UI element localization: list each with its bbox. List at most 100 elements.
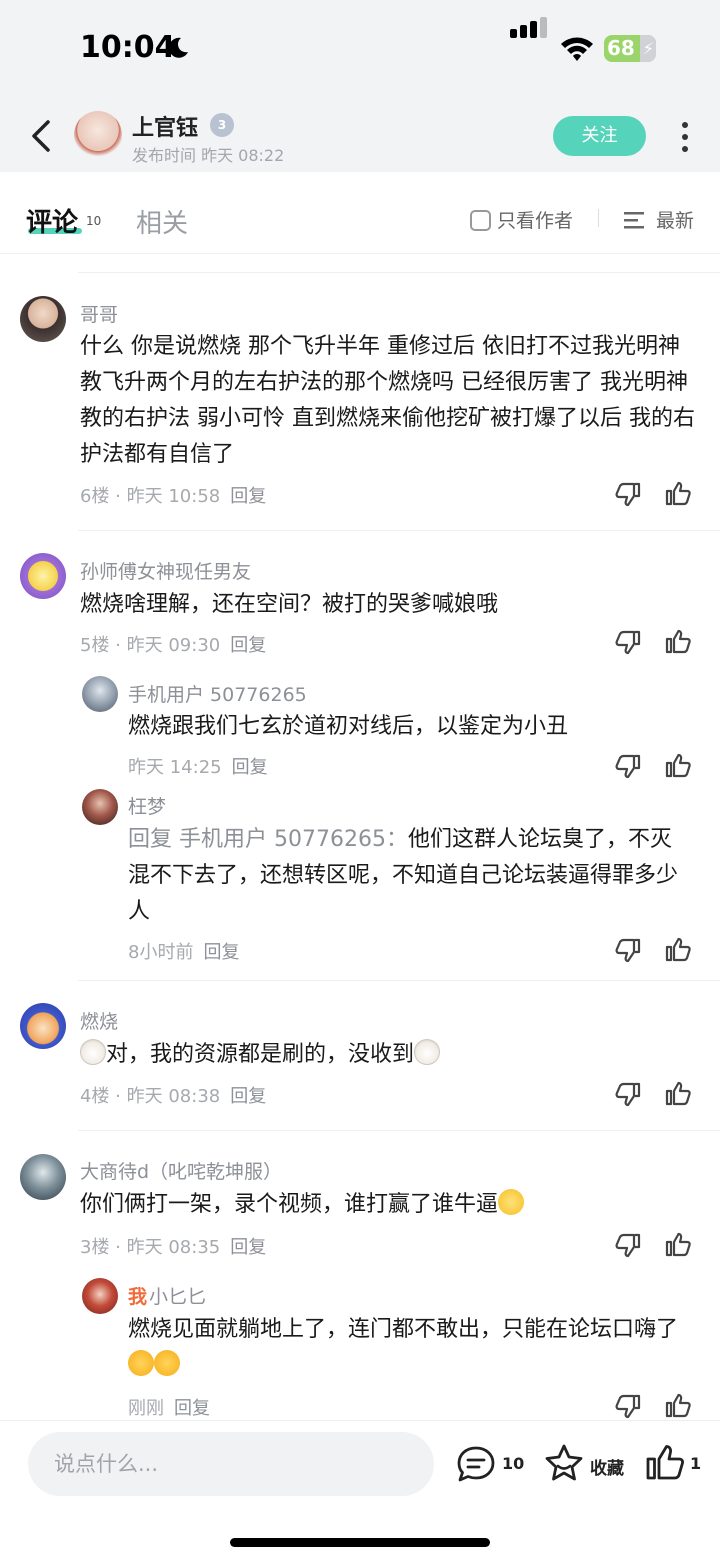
dislike-icon[interactable] — [614, 628, 642, 656]
reply-time: 8小时前 — [128, 942, 194, 963]
dislike-icon[interactable] — [614, 936, 642, 964]
status-time: 10:04 — [80, 30, 176, 65]
tab-comments[interactable]: 评论 — [26, 202, 78, 239]
dislike-icon[interactable] — [614, 1231, 642, 1259]
comment-meta: 3楼 · 昨天 08:35 回复 — [80, 1237, 267, 1258]
dislike-icon[interactable] — [614, 480, 642, 508]
comment-username[interactable]: 燃烧 — [80, 1007, 118, 1034]
reply-button[interactable]: 回复 — [230, 635, 266, 656]
laugh-emoji-icon — [128, 1350, 154, 1376]
avatar[interactable] — [20, 553, 66, 599]
avatar[interactable] — [82, 789, 118, 825]
comment-time: 昨天 09:30 — [126, 635, 221, 656]
comment-text: 对，我的资源都是刷的，没收到 — [80, 1037, 700, 1073]
like-icon[interactable] — [664, 628, 692, 656]
more-options-icon[interactable] — [680, 122, 690, 152]
reply-username[interactable]: 枉梦 — [128, 792, 166, 819]
sort-icon — [624, 212, 644, 229]
reply-meta: 8小时前 回复 — [128, 938, 239, 964]
comment-meta: 4楼 · 昨天 08:38 回复 — [80, 1086, 267, 1107]
like-icon[interactable] — [664, 1080, 692, 1108]
comment-username[interactable]: 哥哥 — [80, 300, 118, 327]
avatar[interactable] — [82, 1278, 118, 1314]
sort-label: 最新 — [656, 210, 695, 232]
author-avatar[interactable] — [74, 111, 122, 159]
reply-button[interactable]: 回复 — [230, 1086, 266, 1107]
home-indicator[interactable] — [230, 1538, 490, 1547]
like-icon[interactable] — [664, 1231, 692, 1259]
post-header: 上官钰 3 发布时间 昨天 08:22 关注 — [0, 100, 720, 172]
wifi-icon — [561, 37, 593, 61]
avatar[interactable] — [20, 1003, 66, 1049]
avatar[interactable] — [82, 676, 118, 712]
avatar[interactable] — [20, 1154, 66, 1200]
comment-text: 什么 你是说燃烧 那个飞升半年 重修过后 依旧打不过我光明神教飞升两个月的左右护… — [80, 334, 695, 467]
author-only-label: 只看作者 — [497, 210, 574, 232]
comment-icon[interactable] — [456, 1445, 496, 1483]
reply-meta: 昨天 14:25 回复 — [128, 753, 268, 779]
favorite-label[interactable]: 收藏 — [590, 1454, 624, 1479]
comment-floor: 5楼 — [80, 635, 110, 656]
cat-emoji-icon — [80, 1039, 106, 1065]
dislike-icon[interactable] — [614, 752, 642, 780]
back-icon[interactable] — [26, 116, 56, 156]
thumbs-up-icon[interactable] — [645, 1443, 685, 1483]
smug-emoji-icon — [498, 1189, 525, 1215]
comment-floor: 4楼 — [80, 1086, 110, 1107]
reply-body: 燃烧见面就躺地上了，连门都不敢出，只能在论坛口嗨了 — [128, 1317, 679, 1342]
reply-username[interactable]: 我小匕匕 — [128, 1282, 206, 1309]
laugh-emoji-icon — [154, 1350, 180, 1376]
sort-toggle[interactable]: 最新 — [624, 206, 694, 233]
like-icon[interactable] — [664, 752, 692, 780]
reply-button[interactable]: 回复 — [203, 942, 239, 963]
tab-related[interactable]: 相关 — [136, 203, 188, 240]
comment-body: 对，我的资源都是刷的，没收到 — [106, 1042, 415, 1067]
like-icon[interactable] — [664, 936, 692, 964]
comment-meta: 5楼 · 昨天 09:30 回复 — [80, 635, 267, 656]
checkbox-icon[interactable] — [470, 210, 491, 231]
comment-text: 燃烧啥理解，还在空间？被打的哭爹喊娘哦 — [80, 592, 499, 617]
follow-button[interactable]: 关注 — [553, 116, 646, 156]
author-only-toggle[interactable]: 只看作者 — [470, 206, 573, 233]
reply-button[interactable]: 回复 — [230, 1237, 266, 1258]
publish-time: 发布时间 昨天 08:22 — [132, 146, 285, 165]
like-count: 1 — [690, 1454, 702, 1473]
comment-text: 你们俩打一架，录个视频，谁打赢了谁牛逼 — [80, 1187, 700, 1223]
reply-username-text: 小匕匕 — [149, 1286, 207, 1308]
divider — [78, 1130, 720, 1131]
comment-tabs: 评论 10 相关 只看作者 最新 — [0, 172, 720, 254]
author-name[interactable]: 上官钰 — [132, 110, 198, 142]
reply-text: 燃烧见面就躺地上了，连门都不敢出，只能在论坛口嗨了 — [128, 1312, 688, 1384]
reply-button[interactable]: 回复 — [232, 757, 268, 778]
screen: 10:04 68 ⚡ 上官钰 3 发布时间 昨天 08:22 关注 评论 10 … — [0, 0, 720, 1561]
battery-level: 68 — [607, 36, 635, 60]
reply-to-prefix[interactable]: 回复 手机用户 50776265： — [128, 827, 408, 852]
reply-meta: 刚刚 回复 — [128, 1394, 210, 1420]
dislike-icon[interactable] — [614, 1392, 642, 1420]
comment-time: 昨天 08:38 — [126, 1086, 221, 1107]
moon-icon — [168, 37, 188, 58]
reply-time: 刚刚 — [128, 1398, 164, 1419]
like-icon[interactable] — [664, 1392, 692, 1420]
comment-floor: 6楼 — [80, 486, 110, 507]
comment-username[interactable]: 孙师傅女神现任男友 — [80, 557, 251, 584]
reply-username[interactable]: 手机用户 50776265 — [128, 680, 307, 707]
me-tag: 我 — [128, 1286, 148, 1308]
comment-body: 你们俩打一架，录个视频，谁打赢了谁牛逼 — [80, 1192, 499, 1217]
comment-username[interactable]: 大商待d（叱咤乾坤服） — [80, 1157, 282, 1184]
reply-button[interactable]: 回复 — [230, 486, 266, 507]
reply-text: 燃烧跟我们七玄於道初对线后，以鉴定为小丑 — [128, 714, 569, 739]
comment-input[interactable]: 说点什么... — [28, 1432, 434, 1496]
comment-meta: 6楼 · 昨天 10:58 回复 — [80, 486, 267, 507]
reply-time: 昨天 14:25 — [128, 757, 222, 778]
dislike-icon[interactable] — [614, 1080, 642, 1108]
level-badge: 3 — [210, 113, 234, 137]
avatar[interactable] — [20, 296, 66, 342]
star-icon[interactable] — [544, 1443, 584, 1483]
reply-button[interactable]: 回复 — [174, 1398, 210, 1419]
like-icon[interactable] — [664, 480, 692, 508]
comment-count: 10 — [502, 1454, 525, 1473]
comment-time: 昨天 10:58 — [126, 486, 221, 507]
status-bar: 10:04 68 ⚡ — [0, 0, 720, 100]
comment-floor: 3楼 — [80, 1237, 110, 1258]
